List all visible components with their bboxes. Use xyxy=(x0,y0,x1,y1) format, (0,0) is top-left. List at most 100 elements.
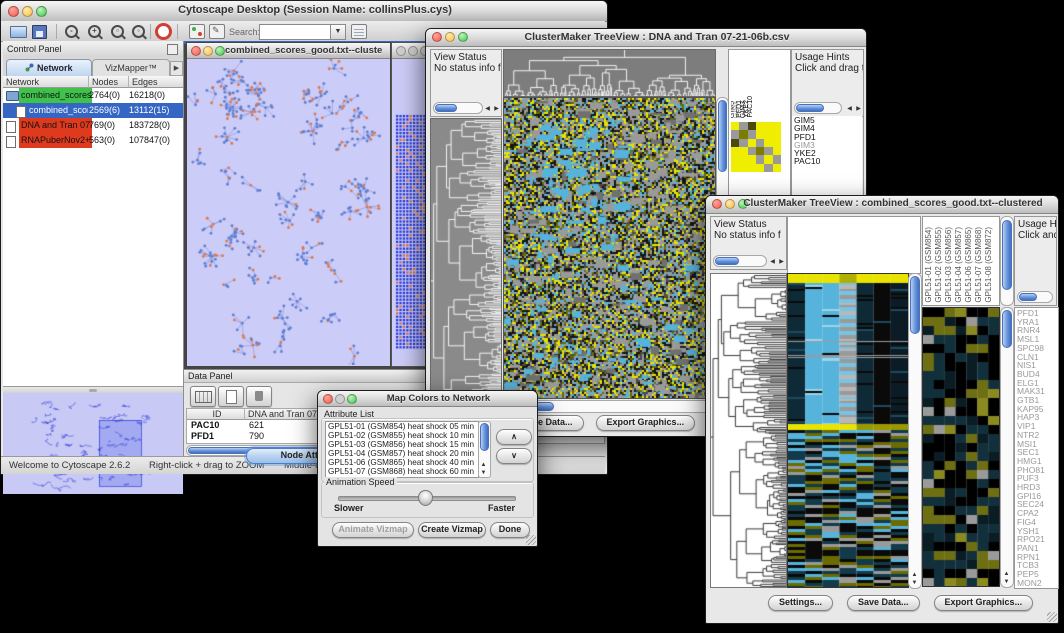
close-icon[interactable] xyxy=(8,6,19,17)
scrollbar-thumb[interactable] xyxy=(715,257,739,265)
scrollbar-thumb[interactable] xyxy=(480,423,489,451)
resize-grip[interactable] xyxy=(1047,612,1057,622)
close-icon[interactable] xyxy=(191,46,201,56)
scrollbar-thumb[interactable] xyxy=(796,104,824,112)
minimize-icon[interactable] xyxy=(445,32,455,42)
open-session-button[interactable] xyxy=(10,24,27,39)
scroll-right-icon[interactable]: ▶ xyxy=(777,259,786,266)
network-view-canvas[interactable] xyxy=(187,59,388,365)
create-attribute-button[interactable] xyxy=(218,386,244,407)
tab-network[interactable]: Network xyxy=(6,59,92,77)
usage-hints-scrollbar[interactable] xyxy=(1017,291,1053,303)
scrollbar-thumb[interactable] xyxy=(718,100,727,172)
column-label[interactable]: GPL51-07 (GSM868) xyxy=(974,227,984,303)
scroll-left-icon[interactable]: ◀ xyxy=(768,259,777,266)
scroll-right-icon[interactable]: ▶ xyxy=(492,106,501,113)
attribute-item[interactable]: GPL51-07 (GSM868) heat shock 60 min xyxy=(326,467,478,476)
scroll-down-icon[interactable]: ▼ xyxy=(479,470,488,477)
edges-column-header[interactable]: Edges xyxy=(129,76,183,88)
close-icon[interactable] xyxy=(432,32,442,42)
dense-network-canvas[interactable] xyxy=(395,113,427,353)
column-label[interactable]: PAC10 xyxy=(749,96,753,118)
id-column-header[interactable]: ID xyxy=(187,409,245,420)
zoom-icon[interactable] xyxy=(215,46,225,56)
attribute-item[interactable]: GPL51-06 (GSM865) heat shock 40 min xyxy=(326,458,478,467)
zoom-out-button[interactable]: - xyxy=(65,24,78,39)
tv1-row-dendrogram-canvas[interactable] xyxy=(430,118,502,412)
treeview-action-button[interactable]: Export Graphics... xyxy=(934,595,1034,611)
column-label[interactable]: GPL51-08 (GSM872) xyxy=(984,227,994,303)
scroll-down-icon[interactable]: ▼ xyxy=(910,580,919,587)
treeview-action-button[interactable]: Settings... xyxy=(768,595,833,611)
attribute-item[interactable]: GPL51-01 (GSM854) heat shock 05 min xyxy=(326,422,478,431)
treeview-action-button[interactable]: Export Graphics... xyxy=(596,415,696,431)
scroll-up-icon[interactable]: ▲ xyxy=(910,572,919,579)
create-vizmap-button[interactable]: Create Vizmap xyxy=(418,522,486,538)
column-label[interactable]: GPL51-06 (GSM865) xyxy=(964,227,974,303)
float-panel-icon[interactable] xyxy=(167,44,178,55)
attribute-item[interactable]: GPL51-04 (GSM857) heat shock 20 min xyxy=(326,449,478,458)
tv2-heat-vscrollbar[interactable]: ▲ ▼ xyxy=(908,273,922,589)
tv1-summary-matrix[interactable] xyxy=(731,122,781,172)
tv1-column-dendrogram-canvas[interactable] xyxy=(503,49,716,97)
save-session-button[interactable] xyxy=(32,24,47,39)
network-column-header[interactable]: Network xyxy=(3,76,89,88)
tv1-heatmap-canvas[interactable] xyxy=(503,97,716,399)
scroll-left-icon[interactable]: ◀ xyxy=(845,106,854,113)
scroll-left-icon[interactable]: ◀ xyxy=(483,106,492,113)
network-table-row[interactable]: combined_scores2764(0)16218(0) xyxy=(3,88,183,103)
scrollbar-thumb[interactable] xyxy=(435,104,457,112)
minimize-icon[interactable] xyxy=(335,394,345,404)
network-table-row[interactable]: combined_scores_good.txt--clustered2569(… xyxy=(3,103,183,118)
tv2-gene-list[interactable]: PFD1YRA1RNR4MSL1SPC98CLN1NIS1BUD4ELG1MAK… xyxy=(1014,307,1059,589)
row-label[interactable]: PAC10 xyxy=(792,157,862,165)
usage-hints-scrollbar[interactable] xyxy=(794,102,842,114)
scroll-up-icon[interactable]: ▲ xyxy=(1002,571,1011,578)
vizmap-button[interactable] xyxy=(189,24,205,39)
select-attributes-button[interactable] xyxy=(190,386,216,407)
attribute-item[interactable]: GPL51-02 (GSM855) heat shock 10 min xyxy=(326,431,478,440)
tv2-row-dendrogram-canvas[interactable] xyxy=(710,273,787,588)
close-icon[interactable] xyxy=(323,394,333,404)
attribute-list-scrollbar[interactable]: ▲ ▼ xyxy=(478,421,491,478)
view-status-scrollbar[interactable] xyxy=(713,255,767,267)
animate-vizmap-button[interactable]: Animate Vizmap xyxy=(332,522,414,538)
minimize-icon[interactable] xyxy=(203,46,213,56)
delete-attribute-button[interactable] xyxy=(246,386,272,407)
zoom-in-button[interactable]: + xyxy=(88,24,101,39)
treeview1-titlebar[interactable]: ClusterMaker TreeView : DNA and Tran 07-… xyxy=(426,29,866,47)
scrollbar-thumb[interactable] xyxy=(910,276,920,334)
annotation-button[interactable]: ✎ xyxy=(209,24,225,39)
move-down-button[interactable]: ∨ xyxy=(496,448,532,464)
network-table-row[interactable]: RNAPuberNov2+563(0)107847(0) xyxy=(3,133,183,148)
column-label[interactable]: GPL51-02 (GSM855) xyxy=(934,227,944,303)
tv2-gene-vscrollbar[interactable]: ▲ ▼ xyxy=(1000,307,1014,588)
column-label[interactable]: GPL51-03 (GSM856) xyxy=(944,227,954,303)
close-icon[interactable] xyxy=(712,199,722,209)
treeview-action-button[interactable]: Save Data... xyxy=(847,595,920,611)
search-input[interactable] xyxy=(259,24,331,40)
minimize-icon[interactable] xyxy=(408,46,418,56)
tab-scroll-right-button[interactable]: ▶ xyxy=(170,61,183,76)
dialog-titlebar[interactable]: Map Colors to Network xyxy=(318,391,537,407)
column-label[interactable]: GPL51-01 (GSM854) xyxy=(924,227,934,303)
tv2-label-vscrollbar[interactable] xyxy=(1000,216,1014,306)
cytoscape-titlebar[interactable]: Cytoscape Desktop (Session Name: collins… xyxy=(1,1,607,22)
attribute-editor-button[interactable] xyxy=(351,24,367,39)
zoom-selected-button[interactable]: ◦ xyxy=(132,24,145,39)
scrollbar-thumb[interactable] xyxy=(1019,293,1037,301)
column-label[interactable]: GPL51-04 (GSM857) xyxy=(954,227,964,303)
search-dropdown-button[interactable]: ▼ xyxy=(330,24,346,40)
birds-eye-view[interactable] xyxy=(3,393,183,494)
tv2-heatmap-canvas[interactable] xyxy=(787,273,909,588)
view-status-scrollbar[interactable] xyxy=(433,102,483,114)
scroll-down-icon[interactable]: ▼ xyxy=(1002,579,1011,586)
close-icon[interactable] xyxy=(396,46,406,56)
nodes-column-header[interactable]: Nodes xyxy=(89,76,129,88)
tv2-zoom-heatmap-canvas[interactable] xyxy=(922,307,1000,587)
treeview2-titlebar[interactable]: ClusterMaker TreeView : combined_scores_… xyxy=(706,196,1058,214)
resize-grip[interactable] xyxy=(526,535,536,545)
tab-vizmapper[interactable]: VizMapper™ xyxy=(92,59,170,77)
attribute-item[interactable]: GPL51-03 (GSM856) heat shock 15 min xyxy=(326,440,478,449)
zoom-fit-button[interactable]: ▫ xyxy=(111,24,124,39)
